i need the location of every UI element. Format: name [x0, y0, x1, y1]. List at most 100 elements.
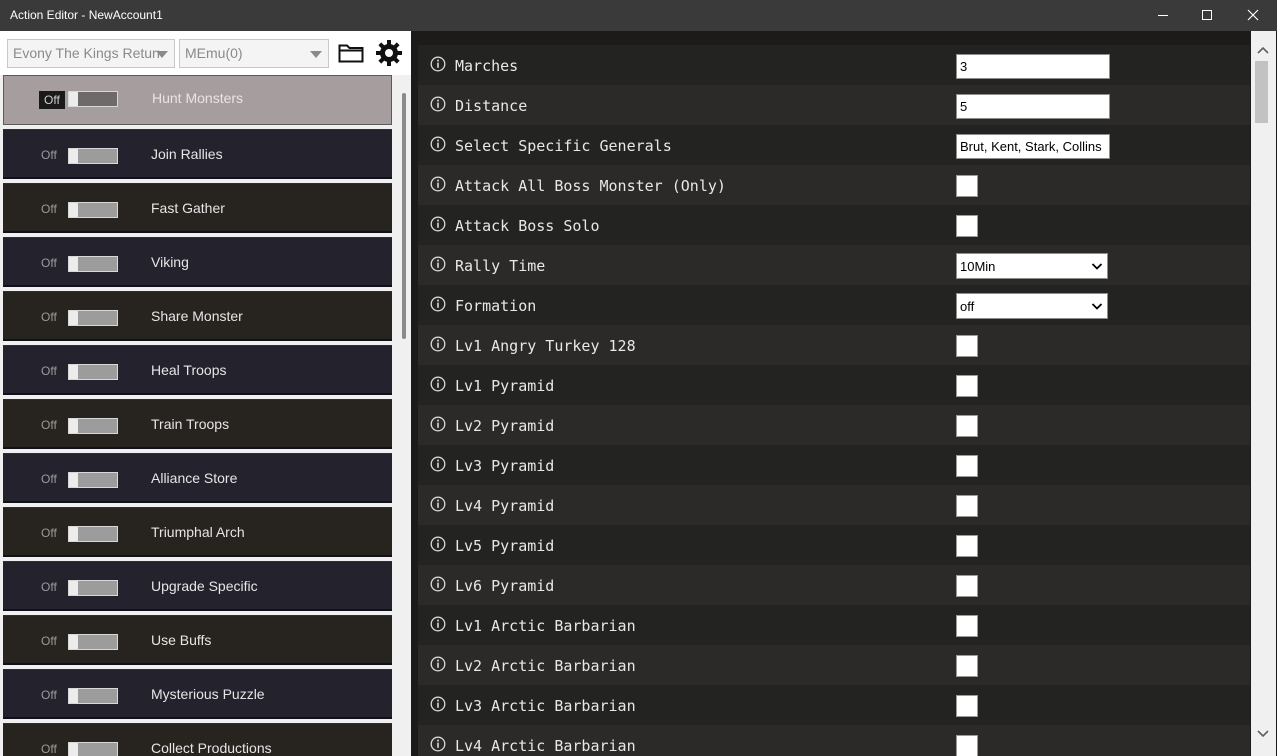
- toggle-knob: [69, 473, 78, 487]
- action-label: Mysterious Puzzle: [151, 686, 265, 702]
- action-toggle[interactable]: [68, 688, 118, 704]
- setting-checkbox[interactable]: [956, 655, 978, 677]
- toggle-knob: [69, 635, 78, 649]
- setting-checkbox[interactable]: [956, 575, 978, 597]
- setting-checkbox[interactable]: [956, 455, 978, 477]
- right-scrollbar[interactable]: [1250, 31, 1277, 756]
- action-item[interactable]: Off Heal Troops: [3, 345, 392, 395]
- action-item[interactable]: Off Fast Gather: [3, 183, 392, 233]
- setting-text-input[interactable]: 3: [956, 54, 1110, 79]
- setting-checkbox[interactable]: [956, 175, 978, 197]
- right-scrollbar-thumb[interactable]: [1255, 61, 1268, 123]
- minimize-button[interactable]: [1140, 0, 1186, 31]
- info-icon[interactable]: [430, 696, 446, 712]
- info-icon[interactable]: [430, 736, 446, 752]
- info-icon[interactable]: [430, 256, 446, 272]
- setting-checkbox[interactable]: [956, 735, 978, 756]
- info-icon[interactable]: [430, 456, 446, 472]
- scroll-up-icon[interactable]: [1257, 45, 1269, 55]
- info-icon[interactable]: [430, 416, 446, 432]
- toggle-knob: [69, 581, 78, 595]
- setting-checkbox[interactable]: [956, 615, 978, 637]
- left-panel: Evony The Kings Return MEmu(0) Off Hunt …: [0, 31, 411, 756]
- info-icon[interactable]: [430, 496, 446, 512]
- action-toggle[interactable]: [68, 472, 118, 488]
- info-icon[interactable]: [430, 336, 446, 352]
- action-item[interactable]: Off Join Rallies: [3, 129, 392, 179]
- setting-checkbox[interactable]: [956, 215, 978, 237]
- action-toggle[interactable]: [68, 91, 118, 107]
- maximize-icon: [1202, 10, 1212, 20]
- chevron-down-icon: [310, 51, 322, 58]
- emulator-select[interactable]: MEmu(0): [179, 39, 329, 68]
- action-toggle[interactable]: [68, 742, 118, 756]
- action-toggle[interactable]: [68, 148, 118, 164]
- left-scrollbar-thumb[interactable]: [402, 93, 406, 339]
- action-item[interactable]: Off Share Monster: [3, 291, 392, 341]
- action-state-label: Off: [39, 91, 65, 109]
- info-icon[interactable]: [430, 296, 446, 312]
- info-icon[interactable]: [430, 96, 446, 112]
- title-bar: Action Editor - NewAccount1: [0, 0, 1277, 31]
- action-item[interactable]: Off Hunt Monsters: [3, 75, 392, 125]
- action-item[interactable]: Off Triumphal Arch: [3, 507, 392, 557]
- action-item[interactable]: Off Upgrade Specific: [3, 561, 392, 611]
- game-select[interactable]: Evony The Kings Return: [7, 39, 175, 68]
- info-icon[interactable]: [430, 56, 446, 72]
- gear-icon[interactable]: [375, 39, 403, 67]
- setting-label: Distance: [455, 97, 528, 115]
- action-item[interactable]: Off Alliance Store: [3, 453, 392, 503]
- setting-text-input[interactable]: 5: [956, 94, 1110, 119]
- setting-row: Lv3 Pyramid: [418, 445, 1250, 485]
- left-scrollbar[interactable]: [398, 75, 411, 756]
- setting-row: Lv1 Angry Turkey 128: [418, 325, 1250, 365]
- action-item[interactable]: Off Train Troops: [3, 399, 392, 449]
- action-toggle[interactable]: [68, 256, 118, 272]
- info-icon[interactable]: [430, 616, 446, 632]
- action-toggle[interactable]: [68, 364, 118, 380]
- action-toggle[interactable]: [68, 580, 118, 596]
- setting-row: Lv2 Pyramid: [418, 405, 1250, 445]
- setting-label: Lv2 Arctic Barbarian: [455, 657, 636, 675]
- action-item[interactable]: Off Use Buffs: [3, 615, 392, 665]
- maximize-button[interactable]: [1184, 0, 1230, 31]
- info-icon[interactable]: [430, 216, 446, 232]
- action-item[interactable]: Off Collect Productions: [3, 723, 392, 756]
- setting-checkbox[interactable]: [956, 495, 978, 517]
- action-toggle[interactable]: [68, 634, 118, 650]
- setting-text-input[interactable]: Brut, Kent, Stark, Collins: [956, 134, 1110, 159]
- action-toggle[interactable]: [68, 418, 118, 434]
- scroll-down-icon[interactable]: [1257, 729, 1269, 739]
- minimize-icon: [1158, 14, 1168, 16]
- setting-select[interactable]: 10Min: [956, 253, 1108, 279]
- action-state-label: Off: [41, 742, 57, 756]
- setting-row: Lv4 Arctic Barbarian: [418, 725, 1250, 756]
- setting-checkbox[interactable]: [956, 375, 978, 397]
- info-icon[interactable]: [430, 536, 446, 552]
- window-title: Action Editor - NewAccount1: [10, 8, 163, 22]
- action-toggle[interactable]: [68, 526, 118, 542]
- setting-row: Distance 5: [418, 85, 1250, 125]
- toggle-knob: [69, 689, 78, 703]
- info-icon[interactable]: [430, 576, 446, 592]
- info-icon[interactable]: [430, 136, 446, 152]
- setting-select[interactable]: off: [956, 293, 1108, 319]
- action-item[interactable]: Off Mysterious Puzzle: [3, 669, 392, 719]
- action-state-label: Off: [41, 688, 57, 702]
- setting-checkbox[interactable]: [956, 415, 978, 437]
- action-toggle[interactable]: [68, 310, 118, 326]
- setting-row: Lv2 Arctic Barbarian: [418, 645, 1250, 685]
- info-icon[interactable]: [430, 176, 446, 192]
- setting-label: Lv1 Arctic Barbarian: [455, 617, 636, 635]
- action-toggle[interactable]: [68, 202, 118, 218]
- info-icon[interactable]: [430, 656, 446, 672]
- info-icon[interactable]: [430, 376, 446, 392]
- setting-row: Formation off: [418, 285, 1250, 325]
- setting-checkbox[interactable]: [956, 335, 978, 357]
- action-label: Hunt Monsters: [152, 90, 244, 106]
- folder-icon[interactable]: [338, 43, 364, 63]
- action-item[interactable]: Off Viking: [3, 237, 392, 287]
- setting-checkbox[interactable]: [956, 695, 978, 717]
- close-button[interactable]: [1230, 0, 1276, 31]
- setting-checkbox[interactable]: [956, 535, 978, 557]
